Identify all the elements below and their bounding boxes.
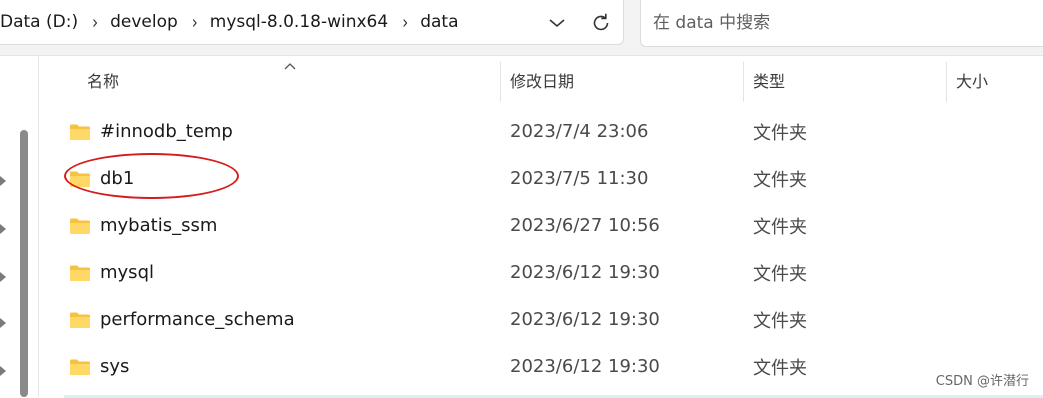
breadcrumb-develop[interactable]: develop <box>110 12 178 32</box>
history-dropdown-button[interactable] <box>535 0 579 45</box>
file-type: 文件夹 <box>753 169 807 191</box>
refresh-button[interactable] <box>579 0 623 45</box>
file-modified: 2023/6/12 19:30 <box>510 262 660 283</box>
refresh-icon <box>593 13 609 30</box>
expand-arrow-icon[interactable] <box>0 318 6 328</box>
folder-icon <box>70 171 90 187</box>
folder-icon <box>70 359 90 375</box>
file-modified: 2023/6/12 19:30 <box>510 356 660 377</box>
breadcrumb-data[interactable]: data <box>420 12 458 32</box>
expand-arrow-icon[interactable] <box>0 366 6 376</box>
column-header-modified[interactable]: 修改日期 <box>500 56 743 104</box>
file-type: 文件夹 <box>753 216 807 238</box>
column-size-label: 大小 <box>956 72 989 91</box>
file-modified: 2023/6/27 10:56 <box>510 215 660 236</box>
file-modified: 2023/7/4 23:06 <box>510 121 649 142</box>
file-modified: 2023/6/12 19:30 <box>510 309 660 330</box>
folder-icon <box>70 218 90 234</box>
file-modified: 2023/7/5 11:30 <box>510 168 649 189</box>
expand-arrow-icon[interactable] <box>0 176 6 186</box>
breadcrumb-drive[interactable]: Data (D:) <box>0 12 78 32</box>
column-type-label: 类型 <box>753 72 786 91</box>
breadcrumb-separator-icon[interactable]: › <box>92 11 98 34</box>
column-name-label: 名称 <box>87 72 120 91</box>
file-name: mybatis_ssm <box>100 215 218 236</box>
breadcrumb-mysql[interactable]: mysql-8.0.18-winx64 <box>210 12 388 32</box>
address-actions <box>535 0 623 45</box>
file-list-pane: 名称 修改日期 类型 大小 #innodb_temp 2023/7/4 23:0… <box>39 56 1043 398</box>
file-row[interactable]: #innodb_temp 2023/7/4 23:06 文件夹 <box>39 108 1043 155</box>
file-name: mysql <box>100 262 154 283</box>
folder-icon <box>70 124 90 140</box>
folder-icon <box>70 265 90 281</box>
search-input[interactable] <box>651 12 1025 34</box>
watermark: CSDN @许潜行 <box>935 374 1029 389</box>
file-row[interactable]: db1 2023/7/5 11:30 文件夹 <box>39 155 1043 202</box>
chevron-down-icon <box>549 18 565 27</box>
file-list: #innodb_temp 2023/7/4 23:06 文件夹 db1 2023… <box>39 108 1043 390</box>
file-row[interactable]: performance_schema 2023/6/12 19:30 文件夹 <box>39 296 1043 343</box>
file-name: #innodb_temp <box>100 121 233 142</box>
file-name: sys <box>100 356 130 377</box>
breadcrumb-separator-icon[interactable]: › <box>402 11 408 34</box>
file-name: performance_schema <box>100 309 295 330</box>
column-header-size[interactable]: 大小 <box>946 56 1043 104</box>
search-box[interactable] <box>640 0 1043 47</box>
top-bar: Data (D:) › develop › mysql-8.0.18-winx6… <box>0 0 1043 56</box>
navigation-pane[interactable] <box>0 56 39 397</box>
file-name: db1 <box>100 168 135 189</box>
folder-icon <box>70 312 90 328</box>
file-row[interactable]: sys 2023/6/12 19:30 文件夹 <box>39 343 1043 390</box>
file-row[interactable]: mysql 2023/6/12 19:30 文件夹 <box>39 249 1043 296</box>
file-type: 文件夹 <box>753 263 807 285</box>
breadcrumb-separator-icon[interactable]: › <box>192 11 198 34</box>
column-header: 名称 修改日期 类型 大小 <box>39 56 1043 104</box>
expand-arrow-icon[interactable] <box>0 224 6 234</box>
column-header-type[interactable]: 类型 <box>743 56 946 104</box>
navigation-scrollbar[interactable] <box>20 130 28 397</box>
file-type: 文件夹 <box>753 122 807 144</box>
column-header-name[interactable]: 名称 <box>77 56 500 104</box>
file-row[interactable]: mybatis_ssm 2023/6/27 10:56 文件夹 <box>39 202 1043 249</box>
expand-arrow-icon[interactable] <box>0 272 6 282</box>
column-modified-label: 修改日期 <box>510 72 575 91</box>
file-type: 文件夹 <box>753 310 807 332</box>
address-bar[interactable]: Data (D:) › develop › mysql-8.0.18-winx6… <box>0 0 624 45</box>
file-type: 文件夹 <box>753 357 807 379</box>
